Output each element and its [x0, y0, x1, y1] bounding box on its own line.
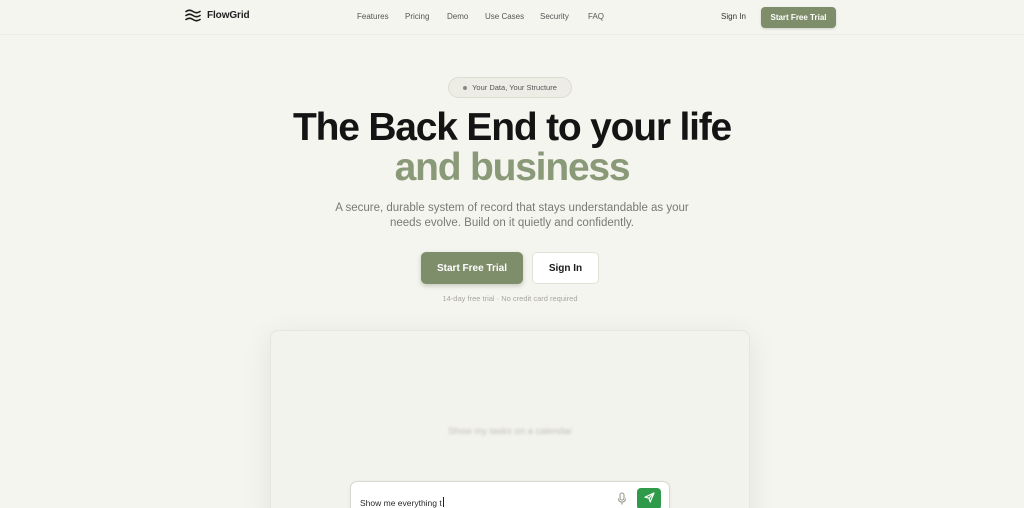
start-trial-button[interactable]: Start Free Trial [421, 252, 523, 284]
hero-subtitle-line2: needs evolve. Build on it quietly and co… [390, 217, 634, 229]
nav-signin-link[interactable]: Sign In [721, 12, 746, 21]
trial-note: 14-day free trial · No credit card requi… [442, 294, 578, 303]
hero-title-line1: The Back End to your life [292, 106, 732, 149]
nav-link-security[interactable]: Security [540, 12, 569, 21]
hero-badge: Your Data, Your Structure [448, 77, 572, 98]
hero-badge-label: Your Data, Your Structure [472, 83, 557, 92]
chat-input-box[interactable]: Show me everything t [350, 481, 670, 508]
nav-link-pricing[interactable]: Pricing [405, 12, 429, 21]
chat-input-value: Show me everything t [360, 498, 442, 508]
microphone-icon[interactable] [617, 492, 627, 506]
brand-name: FlowGrid [207, 10, 250, 21]
send-icon [643, 490, 655, 508]
top-nav: FlowGrid Features Pricing Demo Use Cases… [0, 0, 1024, 34]
nav-start-trial-button[interactable]: Start Free Trial [761, 7, 836, 28]
brand-logo[interactable]: FlowGrid [185, 9, 250, 22]
hero-title-line2: and business [394, 146, 631, 189]
demo-ghost-prompt: Show my tasks on a calendar [447, 426, 573, 437]
nav-link-faq[interactable]: FAQ [588, 12, 604, 21]
nav-link-demo[interactable]: Demo [447, 12, 468, 21]
text-caret [442, 497, 444, 507]
hero-subtitle: A secure, durable system of record that … [312, 201, 712, 231]
nav-link-features[interactable]: Features [357, 12, 389, 21]
hero-subtitle-line1: A secure, durable system of record that … [335, 202, 689, 214]
send-button[interactable] [637, 488, 661, 508]
nav-divider [0, 34, 1024, 35]
waves-icon [185, 9, 201, 22]
signin-button[interactable]: Sign In [532, 252, 599, 284]
chat-input[interactable]: Show me everything t [360, 497, 444, 508]
dot-icon [463, 85, 468, 90]
nav-link-use-cases[interactable]: Use Cases [485, 12, 524, 21]
